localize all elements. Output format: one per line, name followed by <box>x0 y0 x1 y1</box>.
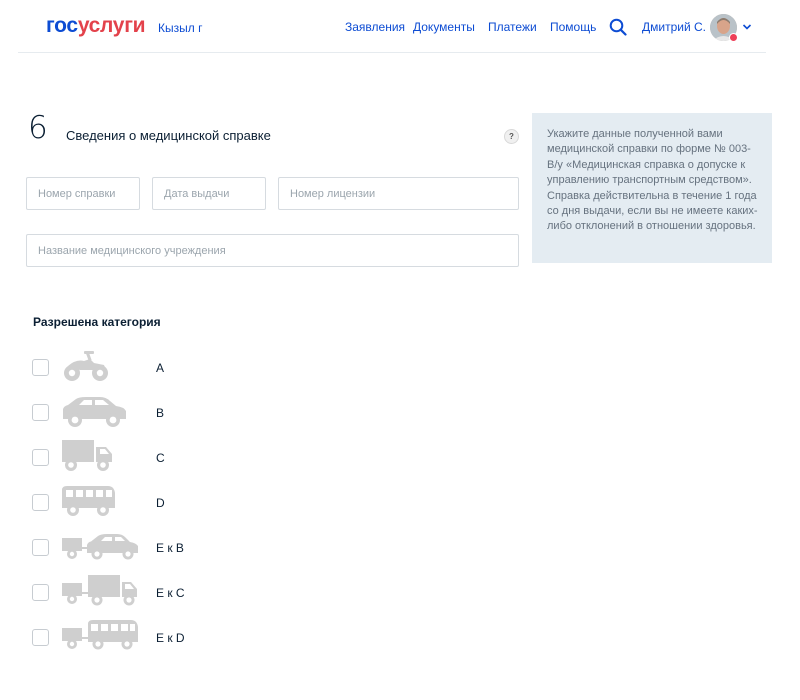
car-icon <box>63 397 126 427</box>
cert-number-field[interactable]: Номер справки <box>26 177 140 210</box>
step-number: 6 <box>28 110 48 146</box>
header: госуслуги Кызыл г Заявления Документы Пл… <box>0 0 800 54</box>
user-name[interactable]: Дмитрий С. <box>642 20 706 34</box>
category-checkbox-b[interactable] <box>32 404 49 421</box>
bus-icon <box>62 486 115 516</box>
chevron-down-icon[interactable] <box>742 23 752 31</box>
category-checkbox-c[interactable] <box>32 449 49 466</box>
category-label-d: D <box>156 496 165 510</box>
category-label-e-b: E к B <box>156 541 184 555</box>
categories-title: Разрешена категория <box>33 315 161 329</box>
category-label-b: B <box>156 406 165 420</box>
car-trailer-icon <box>62 534 138 560</box>
header-divider <box>18 52 766 53</box>
category-label-a: A <box>156 361 165 375</box>
category-row-e-c[interactable]: E к C <box>32 575 232 606</box>
category-checkbox-a[interactable] <box>32 359 49 376</box>
bus-trailer-icon <box>62 620 138 650</box>
category-label-e-c: E к C <box>156 586 185 600</box>
nav-documents[interactable]: Документы <box>413 20 475 34</box>
category-row-c[interactable]: C <box>32 440 232 471</box>
category-row-b[interactable]: B <box>32 397 232 427</box>
category-label-c: C <box>156 451 165 465</box>
issue-date-field[interactable]: Дата выдачи <box>152 177 266 210</box>
truck-trailer-icon <box>62 575 137 606</box>
category-row-d[interactable]: D <box>32 486 232 516</box>
category-checkbox-d[interactable] <box>32 494 49 511</box>
license-number-field[interactable]: Номер лицензии <box>278 177 519 210</box>
logo-part-uslugi: услуги <box>77 14 146 37</box>
institution-name-field[interactable]: Название медицинского учреждения <box>26 234 519 267</box>
search-icon[interactable] <box>609 18 627 36</box>
hint-panel: Укажите данные полученной вами медицинск… <box>532 113 772 263</box>
section-title: Сведения о медицинской справке <box>66 128 271 143</box>
nav-payments[interactable]: Платежи <box>488 20 537 34</box>
motorcycle-icon <box>64 351 108 381</box>
truck-icon <box>62 440 112 471</box>
logo-part-gos: гос <box>46 14 78 37</box>
notification-dot <box>729 33 738 42</box>
city-selector[interactable]: Кызыл г <box>158 21 202 35</box>
category-row-e-b[interactable]: E к B <box>32 534 232 560</box>
gosuslugi-logo[interactable]: госуслуги <box>46 14 146 38</box>
nav-applications[interactable]: Заявления <box>345 20 405 34</box>
category-checkbox-e-d[interactable] <box>32 629 49 646</box>
category-row-a[interactable]: A <box>32 351 232 381</box>
nav-help[interactable]: Помощь <box>550 20 596 34</box>
category-row-e-d[interactable]: E к D <box>32 620 232 650</box>
category-checkbox-e-c[interactable] <box>32 584 49 601</box>
category-label-e-d: E к D <box>156 631 185 645</box>
help-button[interactable]: ? <box>504 129 519 144</box>
category-checkbox-e-b[interactable] <box>32 539 49 556</box>
